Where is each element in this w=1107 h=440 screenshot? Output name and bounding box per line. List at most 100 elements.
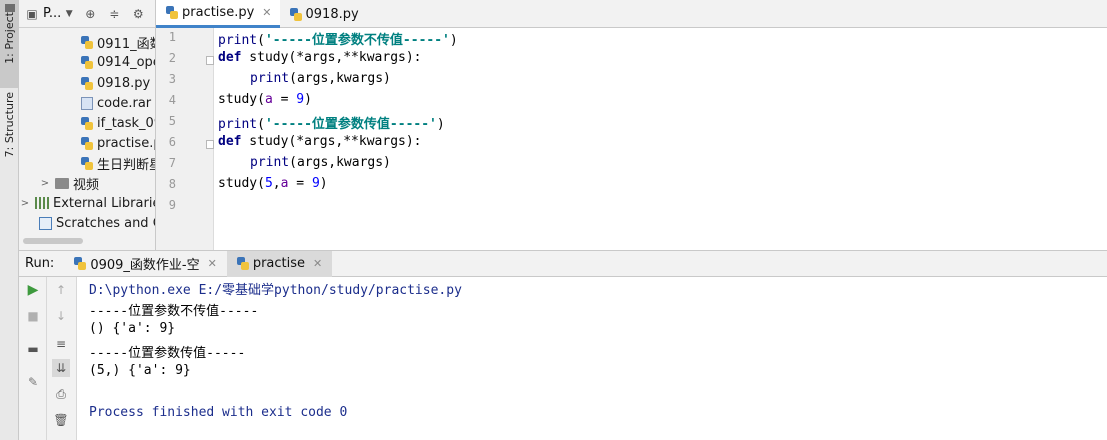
tree-item-label: Scratches and Co: [56, 215, 155, 231]
scroll-to-end-icon[interactable]: ⇊: [52, 359, 70, 377]
run-tab-label: practise: [252, 256, 306, 271]
tree-item-label: code.rar: [97, 95, 152, 111]
tree-item-code-rar[interactable]: code.rar: [81, 93, 151, 113]
line-number: 7: [168, 156, 176, 170]
python-file-icon: [81, 156, 93, 170]
window-icon: ▣: [26, 6, 38, 21]
line-number: 8: [168, 177, 176, 191]
python-file-icon: [81, 55, 93, 69]
console-line: -----位置参数传值-----: [89, 346, 246, 361]
fold-marker-icon[interactable]: [206, 56, 214, 65]
tree-item-scratches[interactable]: Scratches and Co: [39, 213, 155, 233]
chevron-right-icon[interactable]: >: [19, 198, 31, 209]
layout-icon[interactable]: ▬: [24, 340, 42, 358]
tree-item-0918[interactable]: 0918.py: [81, 73, 150, 93]
fold-marker-icon[interactable]: [206, 140, 214, 149]
line-number: 1: [168, 30, 176, 44]
tree-item-external-libraries[interactable]: > External Libraries: [19, 193, 156, 213]
python-file-icon: [289, 7, 302, 21]
tree-item-video-folder[interactable]: > 视频: [39, 173, 99, 193]
console-line: Process finished with exit code 0: [89, 405, 348, 420]
line-number: 5: [168, 114, 176, 128]
folder-icon: [4, 4, 15, 12]
chevron-down-icon: ▼: [65, 8, 73, 19]
code-line-3: print(args,kwargs): [250, 71, 391, 86]
editor-tab-bar: practise.py ✕ 0918.py: [156, 0, 1107, 28]
locate-icon[interactable]: ⊕: [83, 7, 97, 21]
project-view-selector[interactable]: ▣ P... ▼: [25, 6, 73, 21]
code-line-1: print('-----位置参数不传值-----'): [218, 33, 458, 48]
python-file-icon: [74, 257, 87, 270]
arrow-down-icon[interactable]: ↓: [52, 307, 70, 325]
close-icon[interactable]: ✕: [262, 6, 271, 19]
archive-file-icon: [81, 96, 93, 110]
trash-icon[interactable]: 🗑: [52, 411, 70, 429]
console-line: D:\python.exe E:/零基础学python/study/practi…: [89, 283, 462, 298]
run-console[interactable]: D:\python.exe E:/零基础学python/study/practi…: [77, 277, 1107, 440]
tree-item-label: 0914_ope: [97, 54, 156, 70]
python-file-icon: [81, 116, 93, 130]
line-number: 9: [168, 198, 176, 212]
run-tab-label: 0909_函数作业-空: [90, 258, 200, 273]
structure-tool-tab-label: 7: Structure: [3, 92, 16, 158]
project-panel: ▣ P... ▼ ⊕ ≑ ⚙ 0911_函数 0914_ope 0918.py …: [19, 0, 156, 250]
editor-tab-0918[interactable]: 0918.py: [280, 0, 367, 28]
run-toolbar-secondary: ↑ ↓ ≡ ⇊ ⎙ 🗑: [47, 277, 77, 440]
close-icon[interactable]: ✕: [208, 257, 217, 270]
line-number: 6: [168, 135, 176, 149]
chevron-right-icon[interactable]: >: [39, 178, 51, 189]
soft-wrap-icon[interactable]: ≡: [52, 335, 70, 353]
editor-tab-practise[interactable]: practise.py ✕: [156, 0, 280, 28]
scratches-icon: [39, 216, 52, 230]
tree-item-label: if_task_09: [97, 115, 156, 131]
project-tool-tab[interactable]: 1: Project: [0, 0, 19, 88]
left-tool-strip: 1: Project 7: Structure: [0, 0, 19, 440]
pin-icon[interactable]: ✎: [24, 373, 42, 391]
tree-item-label: 视频: [73, 177, 100, 193]
python-file-icon: [81, 136, 93, 150]
code-line-6: def study(*args,**kwargs):: [218, 134, 422, 149]
arrow-up-icon[interactable]: ↑: [52, 281, 70, 299]
tree-item-label: External Libraries: [53, 195, 156, 211]
run-label: Run:: [25, 256, 55, 271]
tree-item-birthday[interactable]: 生日判断星: [81, 153, 156, 173]
folder-icon: [55, 177, 69, 189]
code-line-7: print(args,kwargs): [250, 155, 391, 170]
project-toolbar: ▣ P... ▼ ⊕ ≑ ⚙: [19, 0, 155, 28]
run-panel-header: Run: 0909_函数作业-空 ✕ practise ✕: [19, 250, 1107, 277]
python-file-icon: [166, 6, 178, 19]
python-file-icon: [81, 35, 93, 49]
gear-icon[interactable]: ⚙: [131, 7, 145, 21]
project-tool-tab-label: 1: Project: [3, 12, 16, 64]
run-toolbar-primary: ▶ ■ ▬ ✎: [19, 277, 47, 440]
console-line: () {'a': 9}: [89, 321, 176, 336]
print-icon[interactable]: ⎙: [52, 385, 70, 403]
tree-item-if-task[interactable]: if_task_09: [81, 113, 156, 133]
tree-item-label: 生日判断星: [97, 157, 156, 173]
python-file-icon: [81, 76, 93, 90]
console-line: (5,) {'a': 9}: [89, 363, 191, 378]
project-panel-title: P...: [43, 6, 62, 21]
tree-item-practise[interactable]: practise.p: [81, 133, 155, 153]
editor-gutter: 1 2 3 4 5 6 7 8 9: [156, 28, 214, 250]
console-line: -----位置参数不传值-----: [89, 304, 259, 319]
tree-horizontal-scrollbar[interactable]: [23, 238, 83, 244]
tree-item-label: 0918.py: [97, 75, 151, 91]
stop-button[interactable]: ■: [24, 307, 42, 325]
tree-item-0914[interactable]: 0914_ope: [81, 52, 156, 72]
close-icon[interactable]: ✕: [313, 257, 322, 270]
rerun-button[interactable]: ▶: [24, 281, 42, 299]
line-number: 4: [168, 93, 176, 107]
code-editor[interactable]: print('-----位置参数不传值-----') def study(*ar…: [214, 28, 1107, 250]
tree-item-label: 0911_函数: [97, 36, 155, 52]
run-tab-0909[interactable]: 0909_函数作业-空 ✕: [64, 251, 227, 277]
run-tab-practise[interactable]: practise ✕: [226, 250, 333, 277]
library-icon: [35, 197, 49, 209]
python-file-icon: [236, 257, 249, 270]
structure-tool-tab[interactable]: 7: Structure: [0, 92, 19, 182]
editor-tab-label: 0918.py: [305, 6, 359, 22]
tree-item-0911[interactable]: 0911_函数: [81, 32, 155, 52]
editor-tab-label: practise.py: [182, 5, 255, 20]
code-line-4: study(a = 9): [218, 92, 312, 107]
collapse-all-icon[interactable]: ≑: [107, 7, 121, 21]
